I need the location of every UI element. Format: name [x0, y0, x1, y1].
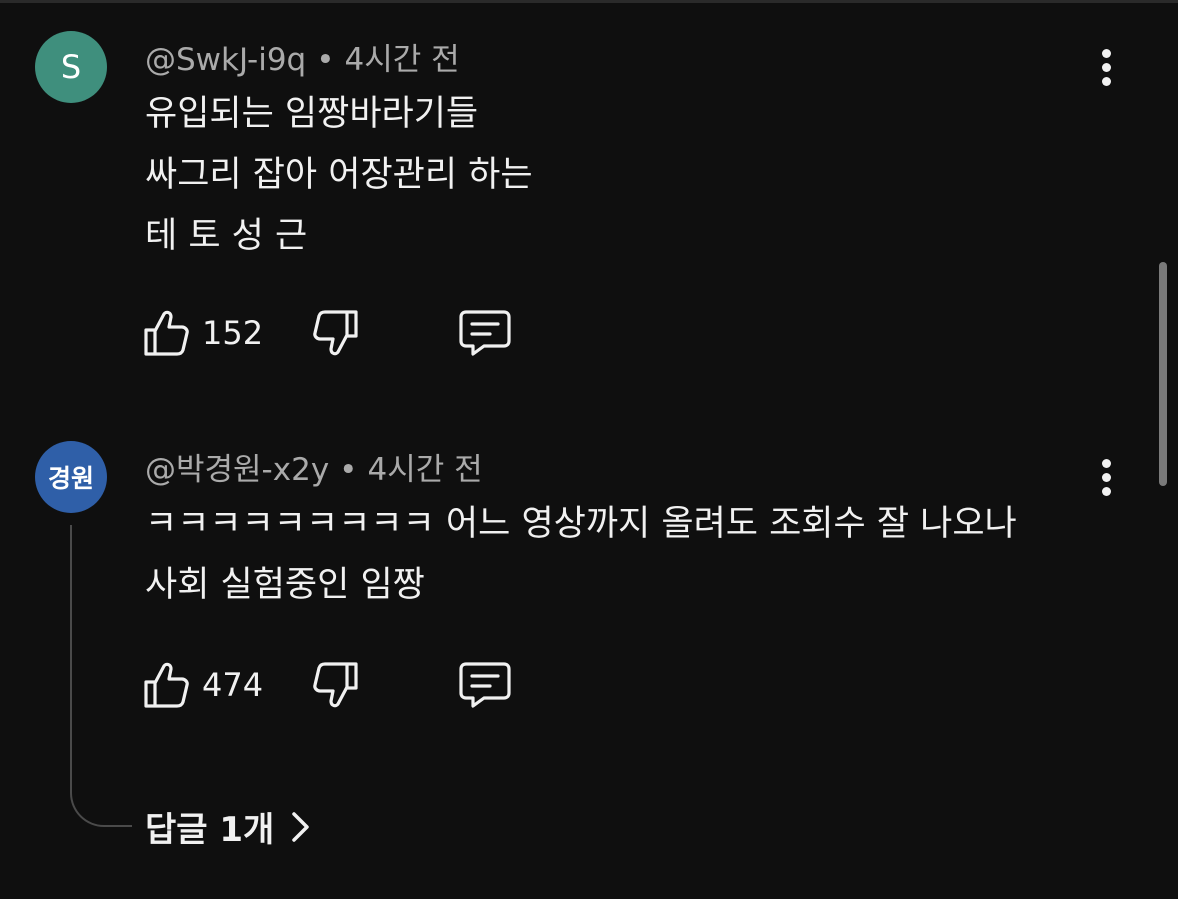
comment-line: 유입되는 임짱바라기들 [145, 94, 479, 134]
thumbs-down-icon [313, 662, 358, 708]
top-divider [0, 0, 1178, 3]
replies-label: 답글 1개 [145, 810, 275, 850]
reply-thread-line [70, 525, 132, 827]
scrollbar[interactable] [1159, 262, 1167, 486]
dislike-button[interactable] [312, 307, 360, 359]
comment-icon [459, 310, 511, 356]
reply-button[interactable] [458, 659, 512, 711]
comment-time[interactable]: 4시간 전 [367, 452, 482, 488]
comment-meta: @SwkJ-i9q • 4시간 전 [145, 34, 460, 79]
thumbs-up-icon [144, 310, 189, 356]
meta-separator: • [316, 42, 335, 78]
comment-line: ㅋㅋㅋㅋㅋㅋㅋㅋㅋ 어느 영상까지 올려도 조회수 잘 나오나 [145, 504, 1017, 544]
reply-button[interactable] [458, 307, 512, 359]
chevron-right-icon [292, 811, 310, 842]
like-count: 474 [202, 666, 264, 704]
author-name[interactable]: @SwkJ-i9q [145, 42, 306, 78]
comment-icon [459, 662, 511, 708]
more-vertical-icon[interactable] [1088, 42, 1124, 92]
meta-separator: • [339, 452, 358, 488]
comment-text: 유입되는 임짱바라기들 싸그리 잡아 어장관리 하는 테 토 성 근 [145, 84, 533, 267]
author-name[interactable]: @박경원-x2y [145, 452, 329, 488]
comment-time[interactable]: 4시간 전 [345, 42, 460, 78]
comment-line: 싸그리 잡아 어장관리 하는 [145, 155, 533, 195]
view-replies-button[interactable]: 답글 1개 [145, 802, 312, 851]
thumbs-down-icon [313, 310, 358, 356]
comment-line: 사회 실험중인 임짱 [145, 565, 425, 605]
like-button[interactable]: 474 [142, 659, 263, 711]
like-count: 152 [202, 314, 264, 352]
comment-meta: @박경원-x2y • 4시간 전 [145, 444, 483, 489]
like-button[interactable]: 152 [142, 307, 263, 359]
avatar[interactable]: S [35, 31, 107, 103]
thumbs-up-icon [144, 662, 189, 708]
dislike-button[interactable] [312, 659, 360, 711]
avatar-initial: 경원 [47, 464, 94, 493]
more-vertical-icon[interactable] [1088, 452, 1124, 502]
avatar-initial: S [60, 48, 82, 86]
avatar[interactable]: 경원 [35, 441, 107, 513]
comment-text: ㅋㅋㅋㅋㅋㅋㅋㅋㅋ 어느 영상까지 올려도 조회수 잘 나오나 사회 실험중인 … [145, 494, 1017, 616]
comment-line: 테 토 성 근 [145, 216, 308, 256]
